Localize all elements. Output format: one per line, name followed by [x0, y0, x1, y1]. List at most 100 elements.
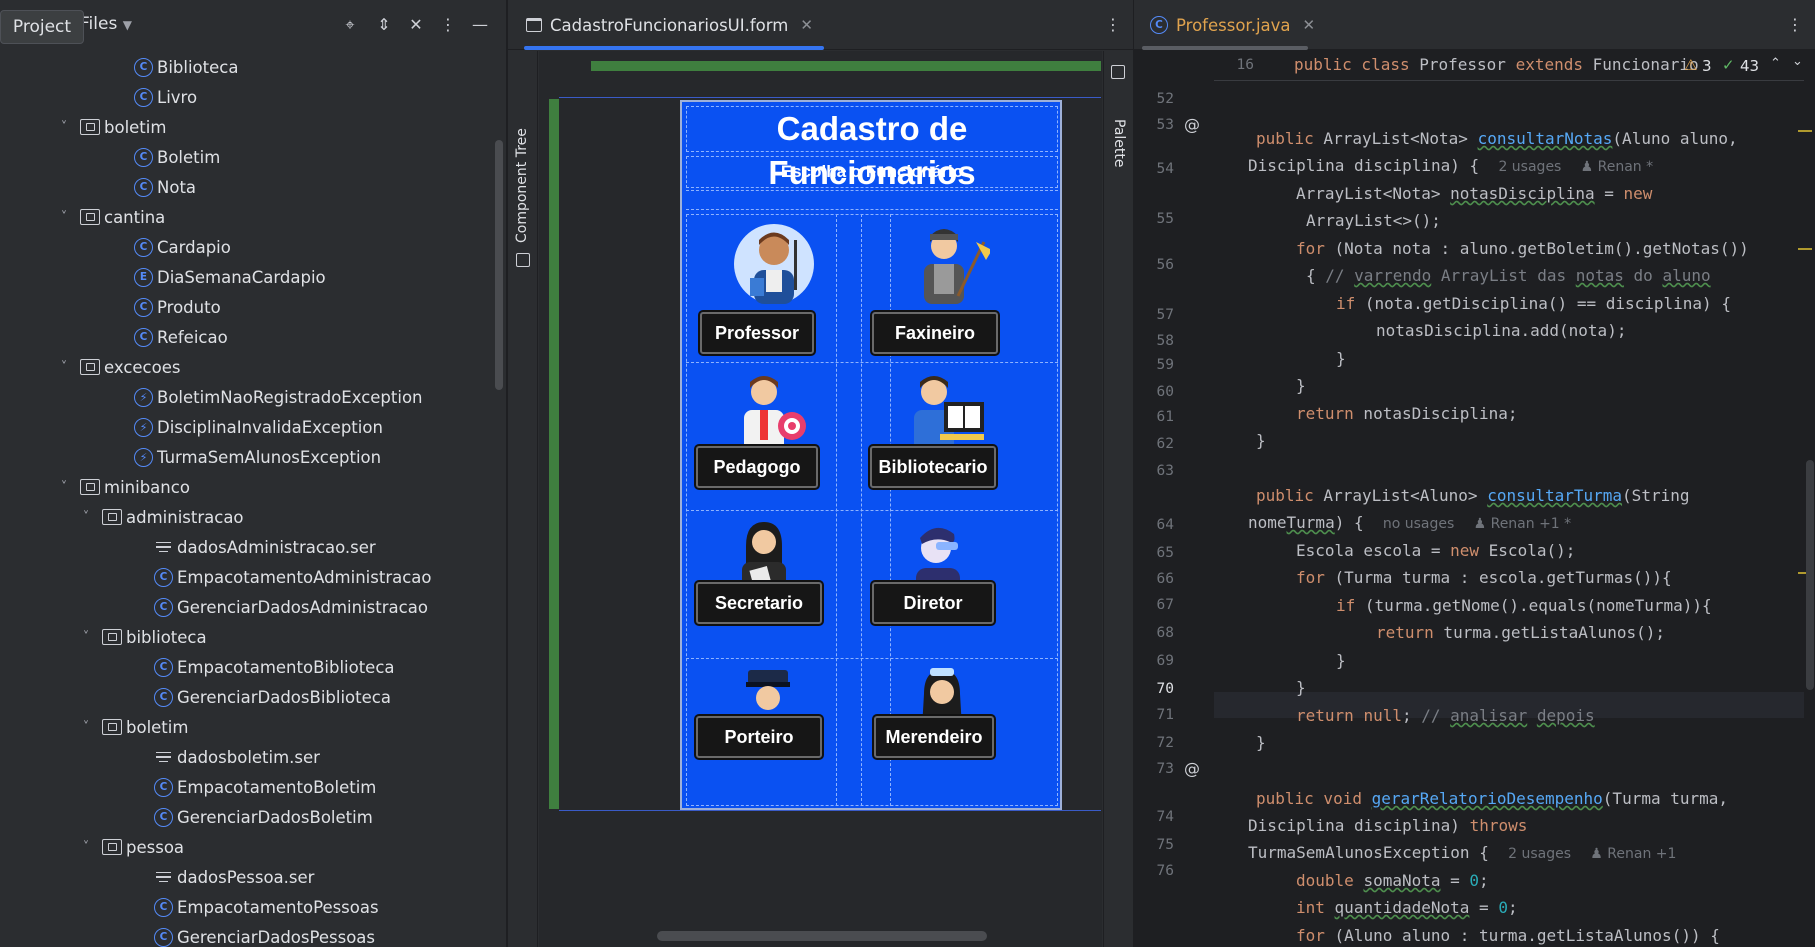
author-hint[interactable]: Renan * — [1598, 159, 1654, 175]
line-number[interactable]: 66 — [1134, 571, 1174, 587]
line-number[interactable]: 58 — [1134, 333, 1174, 349]
chevron-down-icon[interactable]: ˅ — [56, 210, 72, 225]
faxineiro-avatar-icon[interactable] — [906, 220, 990, 304]
warning-marker[interactable] — [1798, 130, 1812, 132]
next-highlight-icon[interactable]: ⌄ — [1792, 54, 1803, 69]
tree-file-item[interactable]: C EmpacotamentoAdministracao — [154, 562, 432, 592]
tree-file-item[interactable]: C Refeicao — [134, 322, 228, 352]
merendeiro-button[interactable]: Merendeiro — [872, 714, 996, 760]
chevron-down-icon[interactable]: ˅ — [78, 630, 94, 645]
more-options-icon[interactable]: ⋮ — [1784, 14, 1806, 36]
tree-file-item[interactable]: dadosPessoa.ser — [154, 862, 314, 892]
line-number[interactable]: 72 — [1134, 735, 1174, 751]
line-number-gutter[interactable]: 52 53 @54 55 56 57 58 59 60 61 62 63 64 65 66 67 68 69 70 7… — [1134, 51, 1214, 947]
checks-count[interactable]: 43 — [1740, 57, 1759, 75]
component-tree-strip[interactable]: Component Tree — [508, 51, 538, 947]
author-hint[interactable]: Renan +1 * — [1491, 516, 1572, 532]
form-title-label[interactable]: Cadastro de Funcionarios — [686, 106, 1058, 191]
tree-folder-item[interactable]: ˅ administracao — [78, 502, 244, 532]
line-number[interactable]: 71 — [1134, 707, 1174, 723]
tree-file-item[interactable]: C Biblioteca — [134, 52, 238, 82]
project-scrollbar[interactable] — [495, 140, 503, 390]
code-area[interactable]: public ArrayList<Nota> consultarNotas(Al… — [1214, 51, 1804, 947]
line-number[interactable]: 56 — [1134, 257, 1174, 273]
faxineiro-button[interactable]: Faxineiro — [870, 310, 1000, 356]
line-number[interactable]: 57 — [1134, 307, 1174, 323]
warnings-count[interactable]: 3 — [1702, 57, 1712, 75]
usages-hint[interactable]: 2 usages — [1498, 159, 1561, 175]
tree-folder-item[interactable]: ˅ excecoes — [56, 352, 181, 382]
line-number[interactable]: 75 — [1134, 837, 1174, 853]
warning-marker[interactable] — [1798, 248, 1812, 250]
tree-folder-item[interactable]: ˅ boletim — [78, 712, 189, 742]
more-options-icon[interactable]: ⋮ — [437, 14, 459, 36]
close-icon[interactable]: ✕ — [1303, 16, 1316, 34]
tree-file-item[interactable]: C EmpacotamentoPessoas — [154, 892, 379, 922]
line-number[interactable]: 53 — [1134, 117, 1174, 133]
line-number[interactable]: 61 — [1134, 409, 1174, 425]
tree-file-item[interactable]: C Livro — [134, 82, 197, 112]
chevron-down-icon[interactable]: ˅ — [78, 510, 94, 525]
tree-folder-item[interactable]: ˅ minibanco — [56, 472, 190, 502]
tree-folder-item[interactable]: ˅ pessoa — [78, 832, 184, 862]
tab-professor-java[interactable]: C Professor.java ✕ — [1150, 0, 1315, 50]
tree-file-item[interactable]: C GerenciarDadosBoletim — [154, 802, 373, 832]
professor-avatar-icon[interactable] — [732, 220, 816, 304]
line-number[interactable]: 69 — [1134, 653, 1174, 669]
tree-file-item[interactable]: C Nota — [134, 172, 196, 202]
author-hint[interactable]: Renan +1 — [1607, 846, 1676, 862]
line-number[interactable]: 55 — [1134, 211, 1174, 227]
previous-highlight-icon[interactable]: ⌃ — [1770, 56, 1781, 71]
bibliotecario-avatar-icon[interactable] — [904, 368, 988, 452]
secretario-button[interactable]: Secretario — [694, 580, 824, 626]
chevron-down-icon[interactable]: ˅ — [56, 120, 72, 135]
check-icon[interactable]: ✓ — [1722, 56, 1735, 74]
close-icon[interactable]: ✕ — [800, 16, 813, 34]
tree-file-item[interactable]: dadosAdministracao.ser — [154, 532, 376, 562]
more-options-icon[interactable]: ⋮ — [1102, 14, 1124, 36]
project-view-selector[interactable]: Files ▼ — [80, 14, 132, 34]
line-number[interactable]: 64 — [1134, 517, 1174, 533]
override-gutter-icon[interactable]: @ — [1184, 115, 1200, 134]
tree-file-item[interactable]: C Boletim — [134, 142, 220, 172]
professor-button[interactable]: Professor — [698, 310, 816, 356]
chevron-down-icon[interactable]: ˅ — [56, 480, 72, 495]
tree-folder-item[interactable]: ˅ cantina — [56, 202, 166, 232]
usages-hint[interactable]: no usages — [1383, 516, 1454, 532]
line-number[interactable]: 70 — [1134, 681, 1174, 697]
line-number[interactable]: 68 — [1134, 625, 1174, 641]
tree-file-item[interactable]: C EmpacotamentoBiblioteca — [154, 652, 395, 682]
tree-file-item[interactable]: dadosboletim.ser — [154, 742, 320, 772]
chevron-down-icon[interactable]: ˅ — [78, 840, 94, 855]
form-subtitle-label[interactable]: Escolha o Funcionário — [686, 156, 1058, 188]
tree-file-item[interactable]: ⚡ TurmaSemAlunosException — [134, 442, 381, 472]
tree-file-item[interactable]: C GerenciarDadosAdministracao — [154, 592, 428, 622]
design-canvas[interactable]: Cadastro de Funcionarios Escolha o Funci… — [539, 51, 1102, 947]
palette-strip[interactable]: Palette — [1103, 51, 1133, 947]
tree-file-item[interactable]: ⚡ DisciplinaInvalidaException — [134, 412, 383, 442]
line-number[interactable]: 73 — [1134, 761, 1174, 777]
override-gutter-icon[interactable]: @ — [1184, 759, 1200, 778]
tree-file-item[interactable]: C GerenciarDadosPessoas — [154, 922, 375, 947]
form-spacer[interactable] — [686, 190, 1058, 210]
tree-folder-item[interactable]: ˅ boletim — [56, 112, 167, 142]
line-number[interactable]: 67 — [1134, 597, 1174, 613]
line-number[interactable]: 59 — [1134, 357, 1174, 373]
editor-scrollbar[interactable] — [1806, 460, 1814, 690]
chevron-down-icon[interactable]: ˅ — [78, 720, 94, 735]
warning-icon[interactable]: ⚠ — [1684, 56, 1697, 74]
locate-icon[interactable]: ⌖ — [339, 14, 361, 36]
usages-hint[interactable]: 2 usages — [1508, 846, 1571, 862]
form-panel[interactable]: Cadastro de Funcionarios Escolha o Funci… — [680, 100, 1062, 810]
tree-folder-item[interactable]: ˅ biblioteca — [78, 622, 207, 652]
tree-file-item[interactable]: C GerenciarDadosBiblioteca — [154, 682, 391, 712]
tree-file-item[interactable]: C Produto — [134, 292, 221, 322]
minimize-icon[interactable]: — — [469, 14, 491, 36]
porteiro-button[interactable]: Porteiro — [694, 714, 824, 760]
line-number[interactable]: 62 — [1134, 436, 1174, 452]
line-number[interactable]: 74 — [1134, 809, 1174, 825]
tree-file-item[interactable]: ⚡ BoletimNaoRegistradoException — [134, 382, 423, 412]
line-number[interactable]: 76 — [1134, 863, 1174, 879]
tree-file-item[interactable]: E DiaSemanaCardapio — [134, 262, 326, 292]
line-number[interactable]: 52 — [1134, 91, 1174, 107]
